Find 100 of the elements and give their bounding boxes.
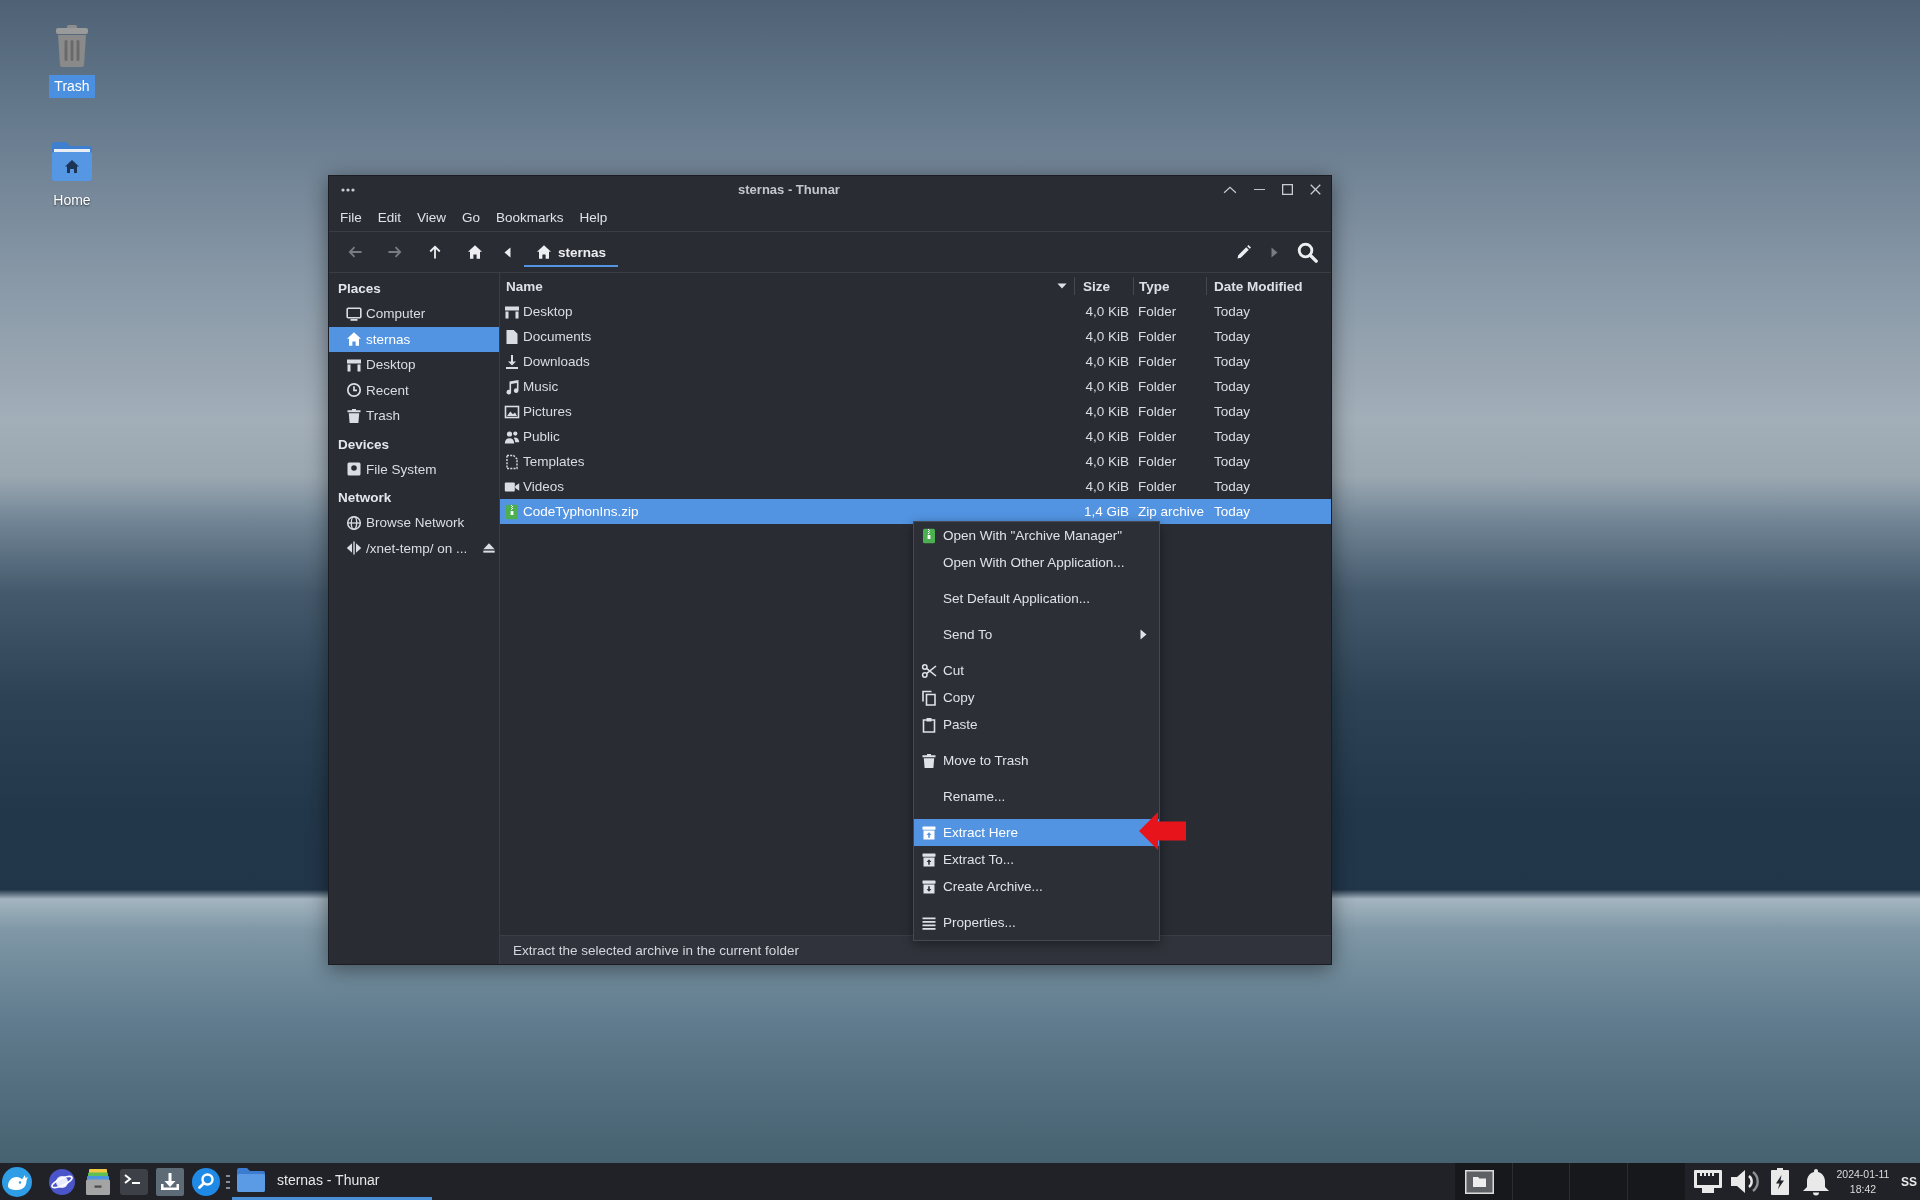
context-menu-item[interactable]: Send To bbox=[914, 621, 1159, 648]
sidebar-item[interactable]: Trash bbox=[329, 403, 499, 429]
column-header[interactable]: Type bbox=[1133, 277, 1206, 295]
file-row[interactable]: Desktop 4,0 KiB Folder Today bbox=[500, 299, 1331, 324]
context-menu-item[interactable]: Rename... bbox=[914, 783, 1159, 810]
battery-charging-icon[interactable] bbox=[1770, 1168, 1790, 1195]
split-arrows-icon bbox=[346, 540, 362, 557]
user-initials[interactable]: SS bbox=[1901, 1174, 1917, 1189]
file-size: 4,0 KiB bbox=[1085, 429, 1130, 444]
context-menu-item[interactable]: Copy bbox=[914, 684, 1159, 711]
pencil-icon[interactable] bbox=[1236, 244, 1252, 260]
menu-item[interactable]: View bbox=[409, 205, 455, 229]
sidebar-item[interactable]: Recent bbox=[329, 377, 499, 403]
column-header[interactable]: Date Modified bbox=[1206, 277, 1331, 295]
zip-archive-icon bbox=[921, 527, 937, 544]
sidebar-item[interactable]: Desktop bbox=[329, 352, 499, 378]
bell-icon[interactable] bbox=[1801, 1167, 1831, 1196]
file-type: Folder bbox=[1137, 454, 1178, 469]
sidebar-item[interactable]: File System bbox=[329, 456, 499, 482]
file-type: Folder bbox=[1137, 379, 1178, 394]
pointer-arrow-icon bbox=[1139, 812, 1186, 850]
search-icon[interactable] bbox=[1297, 241, 1318, 263]
globe-icon bbox=[346, 514, 362, 531]
monitor-icon bbox=[346, 305, 362, 322]
path-button[interactable]: sternas bbox=[524, 239, 619, 267]
close-icon[interactable] bbox=[1310, 184, 1321, 195]
context-menu-item[interactable]: Cut bbox=[914, 657, 1159, 684]
clipboard-icon bbox=[921, 716, 937, 733]
drive-icon bbox=[346, 461, 362, 478]
menu-item[interactable]: Go bbox=[454, 205, 489, 229]
file-row[interactable]: Music 4,0 KiB Folder Today bbox=[500, 374, 1331, 399]
taskbar-window-button[interactable]: sternas - Thunar bbox=[232, 1163, 432, 1200]
file-name: Public bbox=[523, 429, 560, 444]
context-menu-item[interactable]: Move to Trash bbox=[914, 747, 1159, 774]
terminal-icon[interactable] bbox=[120, 1167, 148, 1196]
menu-item[interactable]: Bookmarks bbox=[488, 205, 572, 229]
planet-icon[interactable] bbox=[48, 1167, 76, 1196]
file-name: Documents bbox=[523, 329, 592, 344]
sidebar-item[interactable]: /xnet-temp/ on ... bbox=[329, 535, 499, 561]
file-date: Today bbox=[1213, 429, 1252, 444]
sidebar-item[interactable]: Browse Network bbox=[329, 510, 499, 536]
menu-item[interactable]: Edit bbox=[369, 205, 410, 229]
file-type: Folder bbox=[1137, 329, 1178, 344]
home-icon[interactable] bbox=[467, 244, 483, 260]
dots-menu-icon[interactable] bbox=[341, 187, 355, 192]
column-header[interactable]: Name bbox=[500, 277, 1074, 295]
download-icon[interactable] bbox=[156, 1167, 184, 1196]
drag-handle-icon[interactable] bbox=[226, 1174, 230, 1189]
file-name: Downloads bbox=[523, 354, 590, 369]
maximize-icon[interactable] bbox=[1282, 184, 1293, 195]
context-menu-item[interactable]: Open With Other Application... bbox=[914, 549, 1159, 576]
status-text: Extract the selected archive in the current folder bbox=[513, 942, 799, 958]
eject-icon[interactable] bbox=[482, 541, 496, 556]
context-menu-item[interactable]: Open With "Archive Manager" bbox=[914, 522, 1159, 549]
speaker-icon[interactable] bbox=[1730, 1169, 1760, 1194]
column-header[interactable]: Size bbox=[1074, 277, 1133, 295]
file-name: Music bbox=[523, 379, 559, 394]
menu-item[interactable]: Help bbox=[571, 205, 616, 229]
box-arrow-down-icon bbox=[921, 878, 937, 895]
dashed-document-icon bbox=[504, 453, 520, 470]
animal-logo-icon[interactable] bbox=[2, 1166, 32, 1197]
context-menu-item[interactable]: Extract To... bbox=[914, 846, 1159, 873]
context-menu-item[interactable]: Paste bbox=[914, 711, 1159, 738]
arrow-up-icon[interactable] bbox=[427, 244, 443, 260]
file-row[interactable]: Videos 4,0 KiB Folder Today bbox=[500, 474, 1331, 499]
file-name: CodeTyphonIns.zip bbox=[523, 504, 639, 519]
file-date: Today bbox=[1213, 504, 1252, 519]
file-size: 4,0 KiB bbox=[1085, 454, 1130, 469]
file-size: 4,0 KiB bbox=[1085, 354, 1130, 369]
clock-date[interactable]: 2024-01-11 bbox=[1836, 1166, 1890, 1182]
file-name: Templates bbox=[523, 454, 585, 469]
file-date: Today bbox=[1213, 454, 1252, 469]
file-row[interactable]: Public 4,0 KiB Folder Today bbox=[500, 424, 1331, 449]
clock-time[interactable]: 18:42 bbox=[1849, 1181, 1877, 1197]
context-menu-item[interactable]: Create Archive... bbox=[914, 873, 1159, 900]
file-size: 1,4 GiB bbox=[1083, 504, 1130, 519]
file-size: 4,0 KiB bbox=[1085, 379, 1130, 394]
minimize-icon[interactable] bbox=[1254, 188, 1265, 191]
file-row[interactable]: Documents 4,0 KiB Folder Today bbox=[500, 324, 1331, 349]
sidebar-item[interactable]: Computer bbox=[329, 301, 499, 327]
search-icon[interactable] bbox=[192, 1167, 220, 1196]
copy-icon bbox=[921, 689, 937, 706]
menu-item[interactable]: File bbox=[332, 205, 370, 229]
context-menu-item[interactable]: Properties... bbox=[914, 909, 1159, 936]
file-row[interactable]: Downloads 4,0 KiB Folder Today bbox=[500, 349, 1331, 374]
file-size: 4,0 KiB bbox=[1085, 479, 1130, 494]
chevron-up-icon[interactable] bbox=[1223, 185, 1237, 194]
file-row[interactable]: Templates 4,0 KiB Folder Today bbox=[500, 449, 1331, 474]
file-row[interactable]: Pictures 4,0 KiB Folder Today bbox=[500, 399, 1331, 424]
context-menu-item[interactable]: Set Default Application... bbox=[914, 585, 1159, 612]
caret-left-icon[interactable] bbox=[504, 246, 511, 258]
file-type: Folder bbox=[1137, 304, 1178, 319]
file-cabinet-icon[interactable] bbox=[84, 1167, 112, 1196]
ethernet-port-icon[interactable] bbox=[1693, 1169, 1723, 1194]
home-folder-icon[interactable] bbox=[52, 142, 92, 181]
home-icon bbox=[536, 244, 552, 260]
file-name: Videos bbox=[523, 479, 565, 494]
file-date: Today bbox=[1213, 329, 1252, 344]
file-type: Folder bbox=[1137, 354, 1178, 369]
desktop-icon-label[interactable]: Home bbox=[48, 189, 96, 212]
